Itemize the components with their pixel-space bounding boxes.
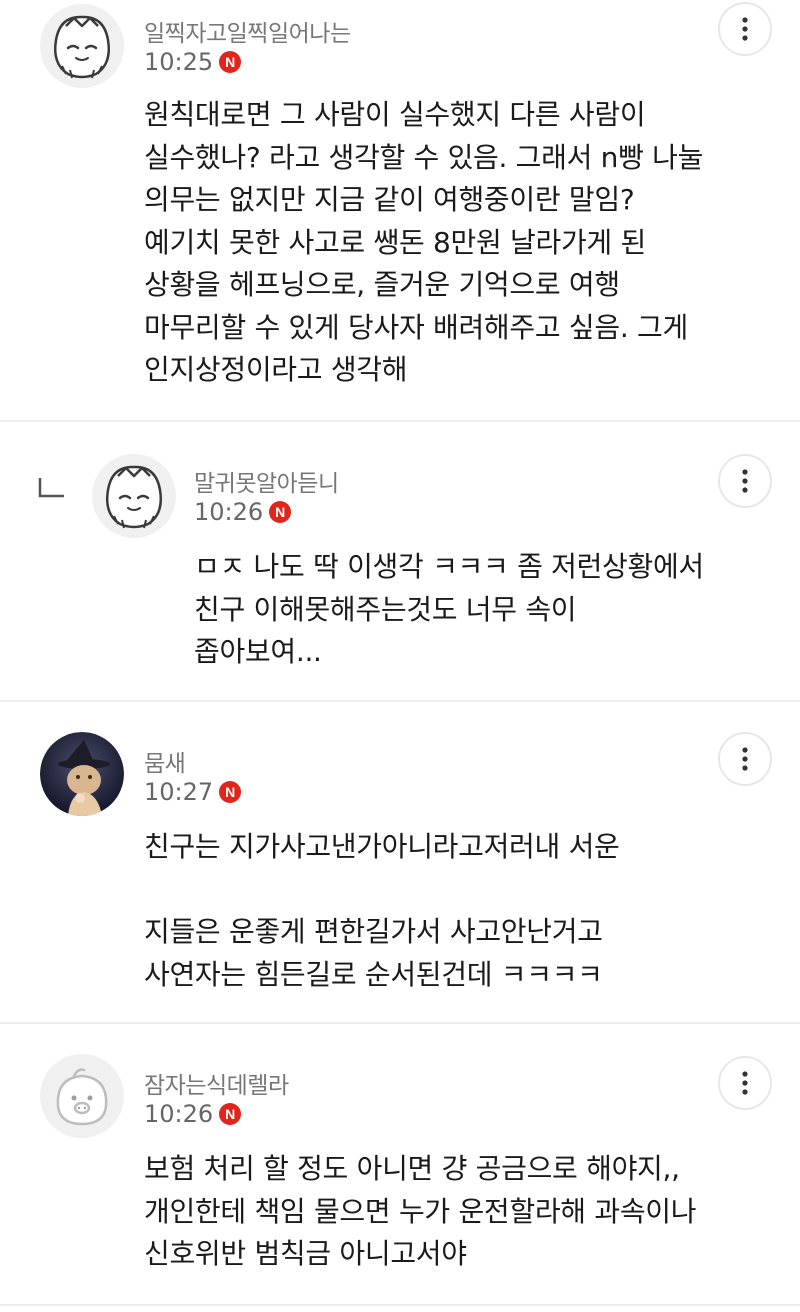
default-character-avatar-icon xyxy=(40,1054,124,1138)
comment-line: 보험 처리 할 정도 아니면 걍 공금으로 해야지,, xyxy=(144,1152,680,1185)
more-vertical-icon xyxy=(742,747,748,771)
comment-body: 친구는 지가사고낸가아니라고저러내 서운 지들은 운좋게 편한길가서 사고안난거… xyxy=(144,826,620,996)
comment-line: 의무는 없지만 지금 같이 여행중이란 말임? xyxy=(144,183,635,216)
more-options-button[interactable] xyxy=(718,2,772,56)
photo-avatar-icon xyxy=(40,732,124,816)
avatar[interactable] xyxy=(40,732,124,816)
more-options-button[interactable] xyxy=(718,454,772,508)
comment-meta: 10:25 N xyxy=(144,48,242,76)
comment-line: 인지상정이라고 생각해 xyxy=(144,353,408,386)
comment-meta: 10:27 N xyxy=(144,778,242,806)
comment-line: 친구 이해못해주는것도 너무 속이 xyxy=(194,592,577,626)
comment-item: 일찍자고일찍일어나는 10:25 N 원칙대로면 그 사람이 실수했지 다른 사… xyxy=(0,0,800,420)
comment-body: ㅁㅈ 나도 딱 이생각 ㅋㅋㅋ 좀 저런상황에서 친구 이해못해주는것도 너무 … xyxy=(194,546,704,674)
comment-line: ㅁㅈ 나도 딱 이생각 ㅋㅋㅋ 좀 저런상황에서 xyxy=(194,550,704,583)
comment-author[interactable]: 뭄새 xyxy=(144,744,186,778)
avatar[interactable] xyxy=(92,454,176,538)
comment-time: 10:27 xyxy=(144,778,214,806)
more-vertical-icon xyxy=(742,469,748,493)
comment-line: 예기치 못한 사고로 쌩돈 8만원 날라가게 된 xyxy=(144,225,646,259)
comment-line: 좁아보여... xyxy=(194,635,322,668)
comment-line: 친구는 지가사고낸가아니라고저러내 서운 xyxy=(144,830,620,863)
comment-line: 상황을 헤프닝으로, 즐거운 기억으로 여행 xyxy=(144,268,620,301)
divider xyxy=(0,1304,800,1306)
more-vertical-icon xyxy=(742,17,748,41)
new-badge-icon: N xyxy=(219,781,242,803)
new-badge-icon: N xyxy=(219,1103,242,1125)
more-options-button[interactable] xyxy=(718,732,772,786)
comment-time: 10:26 xyxy=(144,1100,214,1128)
cute-character-avatar-icon xyxy=(92,454,176,538)
comment-line: 개인한테 책임 물으면 누가 운전할라해 과속이나 xyxy=(144,1194,697,1228)
comment-body: 보험 처리 할 정도 아니면 걍 공금으로 해야지,, 개인한테 책임 물으면 … xyxy=(144,1148,697,1276)
comment-line: 마무리할 수 있게 당사자 배려해주고 싶음. 그게 xyxy=(144,310,688,344)
comment-item: 뭄새 10:27 N 친구는 지가사고낸가아니라고저러내 서운 지들은 운좋게 … xyxy=(0,702,800,1022)
comment-meta: 10:26 N xyxy=(194,498,292,526)
comment-line: 신호위반 범칙금 아니고서야 xyxy=(144,1237,467,1270)
comment-time: 10:26 xyxy=(194,498,264,526)
comment-line: 지들은 운좋게 편한길가서 사고안난거고 xyxy=(144,915,603,948)
comment-author[interactable]: 말귀못알아듣니 xyxy=(194,464,339,498)
comment-body: 원칙대로면 그 사람이 실수했지 다른 사람이 실수했나? 라고 생각할 수 있… xyxy=(144,94,703,392)
reply-arrow-icon xyxy=(38,478,64,498)
cute-character-avatar-icon xyxy=(40,4,124,88)
comment-time: 10:25 xyxy=(144,48,214,76)
comment-line: 실수했나? 라고 생각할 수 있음. 그래서 n빵 나눌 xyxy=(144,140,704,174)
avatar[interactable] xyxy=(40,1054,124,1138)
comment-line: 원칙대로면 그 사람이 실수했지 다른 사람이 xyxy=(144,98,646,131)
comment-author[interactable]: 잠자는식데렐라 xyxy=(144,1066,289,1100)
comment-meta: 10:26 N xyxy=(144,1100,242,1128)
reply-comment-item: 말귀못알아듣니 10:26 N ㅁㅈ 나도 딱 이생각 ㅋㅋㅋ 좀 저런상황에서… xyxy=(0,422,800,700)
more-vertical-icon xyxy=(742,1071,748,1095)
avatar[interactable] xyxy=(40,4,124,88)
comment-item: 잠자는식데렐라 10:26 N 보험 처리 할 정도 아니면 걍 공금으로 해야… xyxy=(0,1024,800,1300)
new-badge-icon: N xyxy=(219,51,242,73)
new-badge-icon: N xyxy=(269,501,292,523)
comment-line: 사연자는 힘든길로 순서된건데 ㅋㅋㅋㅋ xyxy=(144,957,603,991)
more-options-button[interactable] xyxy=(718,1056,772,1110)
comment-author[interactable]: 일찍자고일찍일어나는 xyxy=(144,14,351,48)
